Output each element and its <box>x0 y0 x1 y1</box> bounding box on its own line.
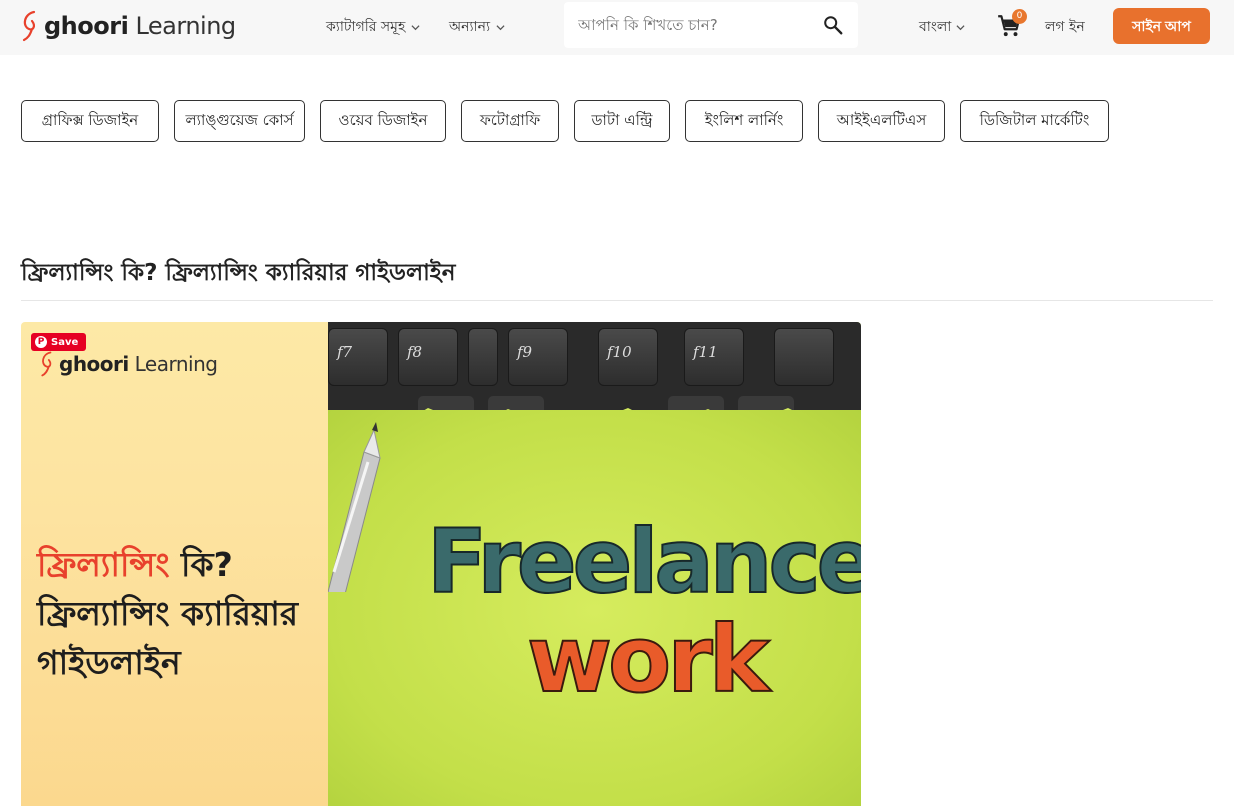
signup-button[interactable]: সাইন আপ <box>1113 8 1210 44</box>
feature-image: P Save ghoori Learning ফ্রিল্যান্সিং কি?… <box>21 322 861 806</box>
nav-others-label: অন্যান্য <box>449 19 491 35</box>
search-box <box>564 2 858 48</box>
nav-categories-dropdown[interactable]: ক্যাটাগরি সমূহ <box>326 15 420 39</box>
language-label: বাংলা <box>919 19 952 35</box>
nav-categories-label: ক্যাটাগরি সমূহ <box>326 19 406 35</box>
category-chip-ielts[interactable]: আইইএলটিএস <box>818 100 945 142</box>
keyboard-key: f11 <box>684 328 744 386</box>
pinterest-icon: P <box>35 336 47 348</box>
headline-question: কি? <box>169 545 233 584</box>
pinterest-save-button[interactable]: P Save <box>31 333 87 351</box>
nav-others-dropdown[interactable]: অন্যান্য <box>449 15 505 39</box>
logo-text: ghoori Learning <box>44 12 236 40</box>
category-chip-data-entry[interactable]: ডাটা এন্ট্রি <box>574 100 670 142</box>
pen-icon <box>328 422 381 592</box>
login-link[interactable]: লগ ইন <box>1045 15 1085 39</box>
article-title: ফ্রিল্যান্সিং কি? ফ্রিল্যান্সিং ক্যারিয়… <box>21 260 456 286</box>
logo-mark-icon <box>41 351 52 377</box>
feature-word-freelance: Freelance <box>426 509 861 614</box>
top-header: ghoori Learning ক্যাটাগরি সমূহ অন্যান্য … <box>0 0 1234 55</box>
keyboard-key <box>468 328 498 386</box>
headline-line2: ফ্রিল্যান্সিং ক্যারিয়ার <box>37 594 299 633</box>
headline-highlight: ফ্রিল্যান্সিং <box>37 545 170 584</box>
feature-headline: ফ্রিল্যান্সিং কি? ফ্রিল্যান্সিং ক্যারিয়… <box>37 540 327 687</box>
keyboard-key: f10 <box>598 328 658 386</box>
category-chip-digital-marketing[interactable]: ডিজিটাল মার্কেটিং <box>960 100 1109 142</box>
keyboard-key: f7 <box>328 328 388 386</box>
category-chip-photography[interactable]: ফটোগ্রাফি <box>461 100 559 142</box>
search-input[interactable] <box>564 16 804 34</box>
chevron-down-icon <box>496 24 505 30</box>
language-selector[interactable]: বাংলা <box>919 15 965 39</box>
category-chip-web-design[interactable]: ওয়েব ডিজাইন <box>320 100 446 142</box>
title-divider <box>21 300 1213 301</box>
feature-word-work: work <box>526 605 771 714</box>
headline-line3: গাইডলাইন <box>37 643 181 682</box>
logo-mark-icon <box>22 10 36 42</box>
category-chip-graphics-design[interactable]: গ্রাফিক্স ডিজাইন <box>21 100 159 142</box>
pin-save-label: Save <box>51 336 79 348</box>
keyboard-key: f9 <box>508 328 568 386</box>
keyboard-key <box>774 328 834 386</box>
category-chips: গ্রাফিক্স ডিজাইন ল্যাঙ্গুয়েজ কোর্স ওয়ে… <box>21 100 1124 142</box>
feature-logo: ghoori Learning <box>39 350 218 378</box>
chevron-down-icon <box>956 24 965 30</box>
category-chip-english-learning[interactable]: ইংলিশ লার্নিং <box>685 100 803 142</box>
site-logo[interactable]: ghoori Learning <box>20 6 236 46</box>
feature-left-panel: P Save ghoori Learning ফ্রিল্যান্সিং কি?… <box>21 322 328 806</box>
chevron-down-icon <box>411 24 420 30</box>
category-chip-language-course[interactable]: ল্যাঙ্গুয়েজ কোর্স <box>174 100 305 142</box>
search-icon[interactable] <box>822 14 844 36</box>
feature-right-panel: f7 f8 f9 f10 f11 Freelance work <box>328 322 861 806</box>
keyboard-key: f8 <box>398 328 458 386</box>
cart-count-badge: 0 <box>1012 9 1027 24</box>
